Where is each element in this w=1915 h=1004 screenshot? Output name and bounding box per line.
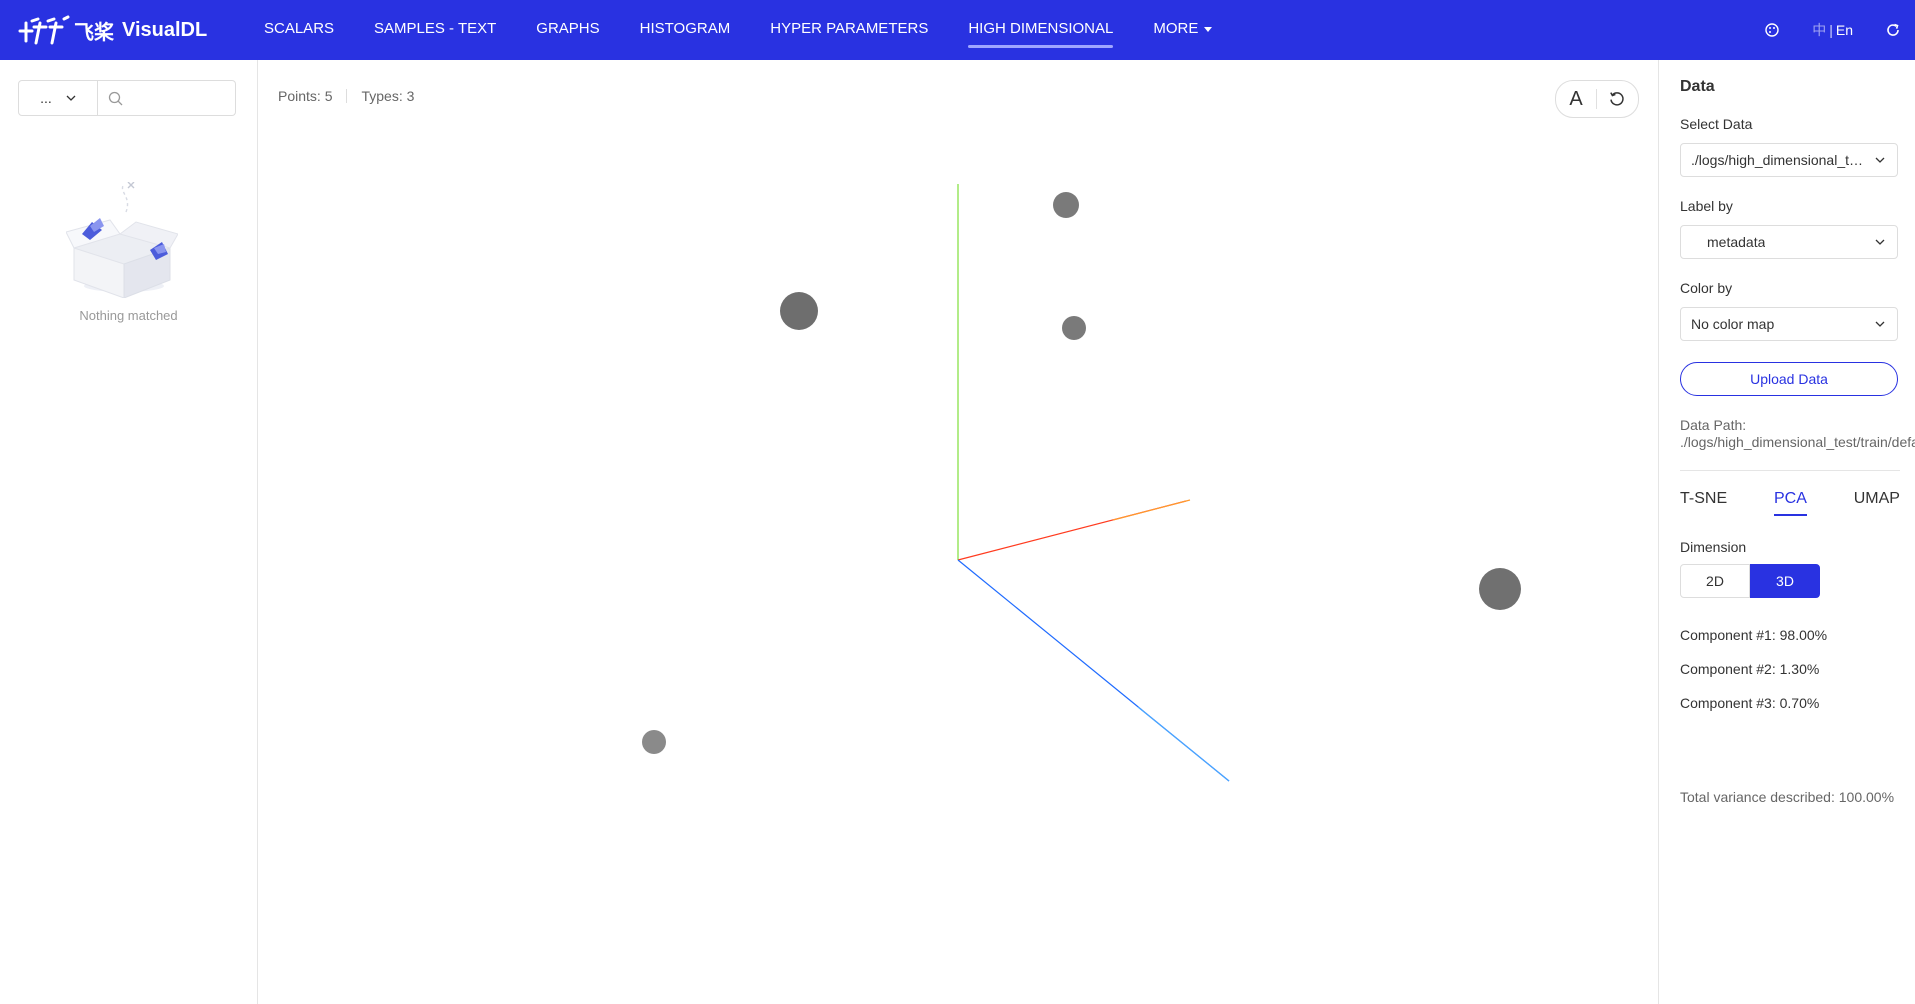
search-input[interactable] bbox=[129, 89, 233, 107]
component-2-variance: Component #2: 1.30% bbox=[1680, 661, 1820, 677]
dimension-toggle: 2D 3D bbox=[1680, 564, 1820, 598]
main-nav: SCALARS SAMPLES - TEXT GRAPHS HISTOGRAM … bbox=[264, 0, 1252, 60]
top-right-tools: 中 | En bbox=[1764, 0, 1915, 60]
toggle-labels-button[interactable]: A bbox=[1556, 81, 1596, 117]
brand-cn: 飞桨 bbox=[74, 21, 114, 44]
theme-button[interactable] bbox=[1764, 22, 1780, 38]
data-point[interactable] bbox=[1062, 316, 1086, 340]
section-divider bbox=[1680, 470, 1900, 471]
refresh-icon bbox=[1887, 23, 1899, 36]
tab-umap[interactable]: UMAP bbox=[1854, 490, 1900, 516]
label-by-value: metadata bbox=[1707, 234, 1766, 250]
select-data-value: ./logs/high_dimensional_test/train/defau… bbox=[1691, 152, 1867, 168]
nav-more-label: MORE bbox=[1153, 20, 1199, 37]
data-point[interactable] bbox=[1479, 568, 1521, 610]
chevron-down-icon bbox=[66, 95, 76, 101]
lang-separator: | bbox=[1829, 22, 1833, 38]
nav-more[interactable]: MORE bbox=[1153, 0, 1213, 60]
points-count: Points: 5 bbox=[278, 88, 333, 104]
data-point[interactable] bbox=[1053, 192, 1079, 218]
chevron-down-icon bbox=[1875, 157, 1885, 163]
lang-en[interactable]: En bbox=[1836, 22, 1853, 38]
palette-icon bbox=[1765, 23, 1779, 37]
nav-scalars[interactable]: SCALARS bbox=[264, 0, 334, 60]
component-3-variance: Component #3: 0.70% bbox=[1680, 695, 1820, 711]
nav-samples-text[interactable]: SAMPLES - TEXT bbox=[374, 0, 496, 60]
nav-hyper-parameters[interactable]: HYPER PARAMETERS bbox=[770, 0, 928, 60]
top-navigation-bar: 飞桨 VisualDL SCALARS SAMPLES - TEXT GRAPH… bbox=[0, 0, 1915, 60]
select-data-dropdown[interactable]: ./logs/high_dimensional_test/train/defau… bbox=[1680, 143, 1898, 177]
paddle-logo-icon bbox=[18, 15, 70, 45]
search-row: ... bbox=[18, 80, 236, 116]
embedding-3d-plot[interactable] bbox=[258, 60, 1658, 1004]
embedding-canvas[interactable]: Points: 5 Types: 3 A bbox=[258, 60, 1658, 1004]
language-switch[interactable]: 中 | En bbox=[1812, 20, 1853, 40]
color-by-dropdown[interactable]: No color map bbox=[1680, 307, 1898, 341]
nav-high-dimensional[interactable]: HIGH DIMENSIONAL bbox=[968, 0, 1114, 60]
search-box[interactable] bbox=[98, 80, 236, 116]
info-divider bbox=[346, 89, 348, 103]
lang-zh[interactable]: 中 bbox=[1812, 20, 1826, 40]
empty-box-illustration bbox=[66, 182, 178, 298]
data-section-title: Data bbox=[1680, 78, 1715, 95]
dimension-label: Dimension bbox=[1680, 539, 1747, 555]
data-point[interactable] bbox=[642, 730, 666, 754]
data-path-value: ./logs/high_dimensional_test/train/defau… bbox=[1680, 434, 1915, 450]
search-type-select[interactable]: ... bbox=[18, 80, 98, 116]
logo[interactable]: 飞桨 VisualDL bbox=[18, 13, 207, 47]
search-type-value: ... bbox=[40, 90, 52, 106]
color-by-label: Color by bbox=[1680, 280, 1733, 296]
tab-pca[interactable]: PCA bbox=[1773, 490, 1807, 516]
brand-name: VisualDL bbox=[122, 18, 208, 41]
data-path: Data Path: ./logs/high_dimensional_test/… bbox=[1680, 417, 1915, 451]
search-icon bbox=[108, 91, 123, 105]
caret-down-icon bbox=[1204, 26, 1213, 32]
component-1-variance: Component #1: 98.00% bbox=[1680, 627, 1828, 643]
label-toggle-text: A bbox=[1569, 87, 1583, 110]
upload-data-button[interactable]: Upload Data bbox=[1680, 362, 1898, 396]
data-point[interactable] bbox=[780, 292, 818, 330]
left-panel: ... Nothing matched bbox=[0, 60, 258, 1004]
total-variance: Total variance described: 100.00% bbox=[1680, 789, 1895, 805]
color-by-value: No color map bbox=[1691, 316, 1775, 332]
empty-state-text: Nothing matched bbox=[79, 308, 178, 323]
tab-tsne[interactable]: T-SNE bbox=[1680, 490, 1727, 516]
reduction-algorithm-tabs: T-SNE PCA UMAP bbox=[1680, 490, 1900, 516]
chevron-down-icon bbox=[1875, 321, 1885, 327]
dimension-2d-button[interactable]: 2D bbox=[1680, 564, 1750, 598]
reset-icon bbox=[1610, 92, 1624, 106]
nav-graphs[interactable]: GRAPHS bbox=[536, 0, 599, 60]
nav-histogram[interactable]: HISTOGRAM bbox=[640, 0, 731, 60]
types-count: Types: 3 bbox=[361, 88, 415, 104]
data-path-label: Data Path: bbox=[1680, 417, 1747, 433]
label-by-label: Label by bbox=[1680, 198, 1733, 214]
canvas-controls: A bbox=[1555, 80, 1639, 118]
refresh-button[interactable] bbox=[1885, 22, 1901, 38]
select-data-label: Select Data bbox=[1680, 116, 1753, 132]
chevron-down-icon bbox=[1875, 239, 1885, 245]
canvas-info: Points: 5 Types: 3 bbox=[278, 88, 414, 104]
z-axis-line-far bbox=[1137, 706, 1230, 782]
right-config-panel: Data Select Data ./logs/high_dimensional… bbox=[1658, 60, 1915, 1004]
reset-view-button[interactable] bbox=[1597, 81, 1637, 117]
dimension-3d-button[interactable]: 3D bbox=[1750, 564, 1820, 598]
label-by-dropdown[interactable]: metadata bbox=[1680, 225, 1898, 259]
x-axis-line-far bbox=[1112, 499, 1191, 521]
